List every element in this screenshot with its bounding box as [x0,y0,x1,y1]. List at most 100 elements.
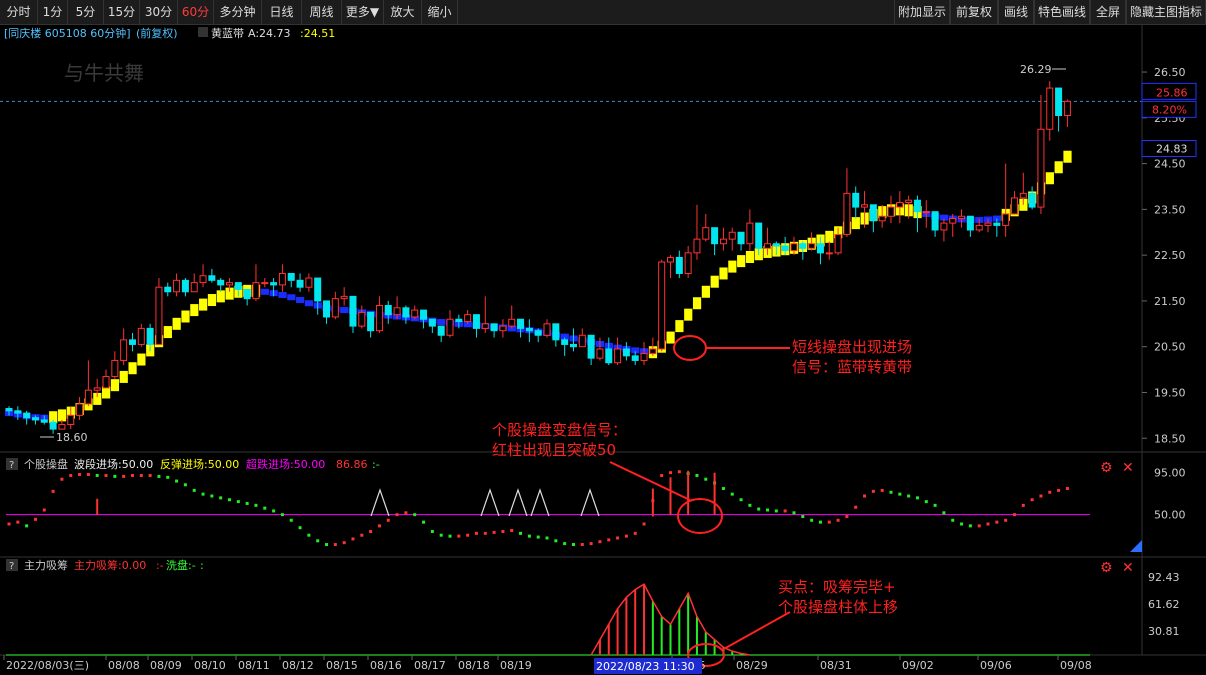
candle-body [896,202,904,208]
candle-body [808,243,816,249]
sub2-tick-1: 61.62 [1148,598,1180,611]
indicator-toggle[interactable] [198,27,208,37]
x-label-15: 09/02 [902,659,934,672]
band-segment [207,294,217,307]
candle-body [913,199,921,213]
candle-body [331,298,339,318]
band-segment [287,294,296,301]
x-label-4: 08/11 [238,659,270,672]
close-icon-sub1: ✕ [1122,460,1134,476]
band-segment [304,300,314,307]
candle-body [1002,213,1010,226]
candle-body [472,314,480,329]
candle-body [137,327,145,345]
candle-body [922,211,930,214]
annotation-line-sub1 [609,461,691,501]
candle-body [711,227,719,245]
candle-body [693,238,701,254]
osc-dot [245,501,249,505]
osc-dot [836,518,840,522]
annotation-line-sub2 [721,611,791,651]
band-segment [190,304,199,317]
candle-body [208,275,216,281]
candle-body [261,282,269,285]
candle-body [622,348,630,357]
osc-dot [977,524,981,528]
candle-body [5,408,13,412]
osc-dot [598,540,602,544]
osc-dot [86,473,90,477]
candle-body [314,277,322,302]
band-segment [216,290,225,303]
chart-area[interactable]: [同庆楼 605108 60分钟] (前复权) 黄蓝带 A:24.73:24.51 与牛… [0,0,1206,675]
sub2-help-icon: ? [9,561,14,572]
candle-body [499,325,507,332]
osc-peak-marker-1 [480,488,500,517]
osc-dot [907,494,911,498]
osc-dot [201,492,205,496]
watermark: 与牛共舞 [64,61,144,85]
osc-dot [501,529,505,533]
price-label-2: 24.50 [1154,158,1186,171]
candle-body [173,279,181,293]
candle-body [411,309,419,318]
osc-dot [933,503,937,507]
candle-body [799,243,807,249]
osc-dot [95,473,99,477]
candle-body [402,307,410,318]
candle-body [843,192,851,236]
osc-dot [1039,494,1043,498]
candle-body [746,222,754,245]
osc-peak-marker-4 [580,488,600,517]
osc-dot [545,536,549,540]
band-segment [57,409,67,422]
candle-body [517,318,525,329]
candle-body [887,206,895,217]
osc-dot [430,529,434,533]
osc-dot [360,533,364,537]
osc-dot [898,492,902,496]
candle-body [420,309,428,320]
osc-dot [307,533,311,537]
osc-dot [704,477,708,481]
sub1-l1: 波段进场:50.00 [74,457,153,471]
current-price: 25.86 [1156,86,1188,99]
price-label-5: 21.50 [1154,295,1186,308]
osc-dot [845,515,849,519]
candle-body [966,215,974,231]
x-label-13: 08/29 [736,659,768,672]
candle-body [578,334,586,348]
osc-dot [25,524,29,528]
candle-body [1055,87,1063,117]
sub1-l2: 反弹进场:50.00 [160,457,239,471]
candle-body [84,389,92,405]
band-segment [1054,161,1063,174]
osc-dot [474,531,478,535]
candle-body [287,272,295,281]
osc-dot [748,503,752,507]
candle-body [816,243,824,254]
band-segment [137,353,146,366]
osc-dot [739,498,743,502]
band-segment [728,260,737,273]
sub1-tick-0: 95.00 [1154,467,1186,480]
x-label-14: 08/31 [820,659,852,672]
x-label-1: 08/08 [108,659,140,672]
candle-body [737,231,745,245]
candle-body [790,243,798,252]
osc-dot [395,513,399,517]
candle-body [508,318,516,327]
candle-body [658,261,666,350]
sub1-l3: 超跌进场:50.00 [246,457,325,471]
candle-body [270,282,278,286]
osc-dot [554,539,558,543]
osc-peak-marker-2 [508,488,528,517]
candle-body [640,353,648,361]
osc-dot [325,543,329,547]
osc-dot [404,511,408,515]
osc-dot [298,526,302,530]
price-label-8: 18.50 [1154,432,1186,445]
candle-body [428,318,436,327]
candle-body [367,311,375,332]
osc-dot [289,518,293,522]
